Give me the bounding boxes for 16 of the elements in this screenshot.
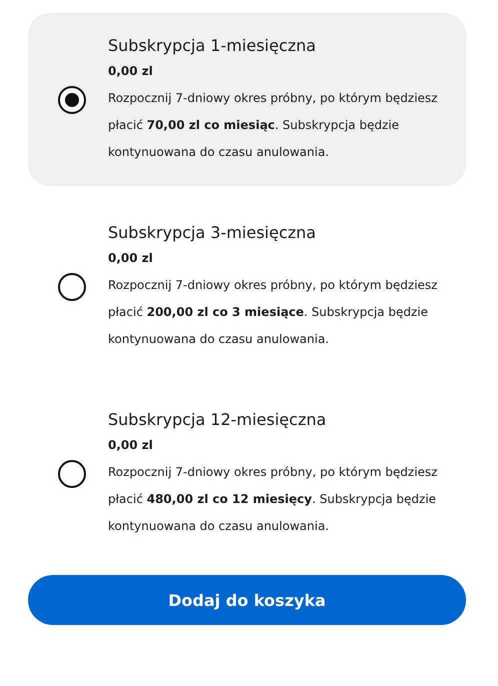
plan-price: 0,00 zl	[108, 250, 154, 267]
plan-description: Rozpocznij 7-dniowy okres próbny, po którym będziesz płacić 480,00 zl co 12 miesięcy. Subskrypcja będzie kontynuowana do czasu anulowania.	[108, 464, 438, 535]
plan-card[interactable]: Subskrypcja 1-miesięczna 0,00 zl Rozpocznij 7-dniowy okres próbny, po którym będziesz płacić 70,00 zl co miesiąc. Subskrypcja będzie kontynuowana do czasu anulowania.	[28, 13, 466, 186]
plan-price: 0,00 zl	[108, 63, 154, 80]
plan-price: 0,00 zl	[108, 437, 154, 454]
plan-card[interactable]: Subskrypcja 12-miesięczna 0,00 zl Rozpocznij 7-dniowy okres próbny, po którym będziesz płacić 480,00 zl co 12 miesięcy. Subskrypcja będzie kontynuowana do czasu anulowania.	[28, 387, 466, 560]
plan-description: Rozpocznij 7-dniowy okres próbny, po którym będziesz płacić 200,00 zl co 3 miesiące. Subskrypcja będzie kontynuowana do czasu anulowania.	[108, 277, 438, 348]
plan-title: Subskrypcja 3-miesięczna	[108, 222, 317, 244]
radio-button[interactable]	[58, 272, 86, 300]
radio-button[interactable]	[58, 460, 86, 488]
plan-description: Rozpocznij 7-dniowy okres próbny, po którym będziesz płacić 70,00 zl co miesiąc. Subskrypcja będzie kontynuowana do czasu anulowania.	[108, 90, 438, 161]
add-to-cart-button[interactable]: Dodaj do koszyka	[28, 575, 466, 625]
plan-card[interactable]: Subskrypcja 3-miesięczna 0,00 zl Rozpocznij 7-dniowy okres próbny, po którym będziesz płacić 200,00 zl co 3 miesiące. Subskrypcja będzie kontynuowana do czasu anulowania.	[28, 200, 466, 373]
plan-title: Subskrypcja 12-miesięczna	[108, 409, 328, 431]
plan-title: Subskrypcja 1-miesięczna	[108, 35, 317, 57]
radio-button[interactable]	[58, 86, 86, 114]
